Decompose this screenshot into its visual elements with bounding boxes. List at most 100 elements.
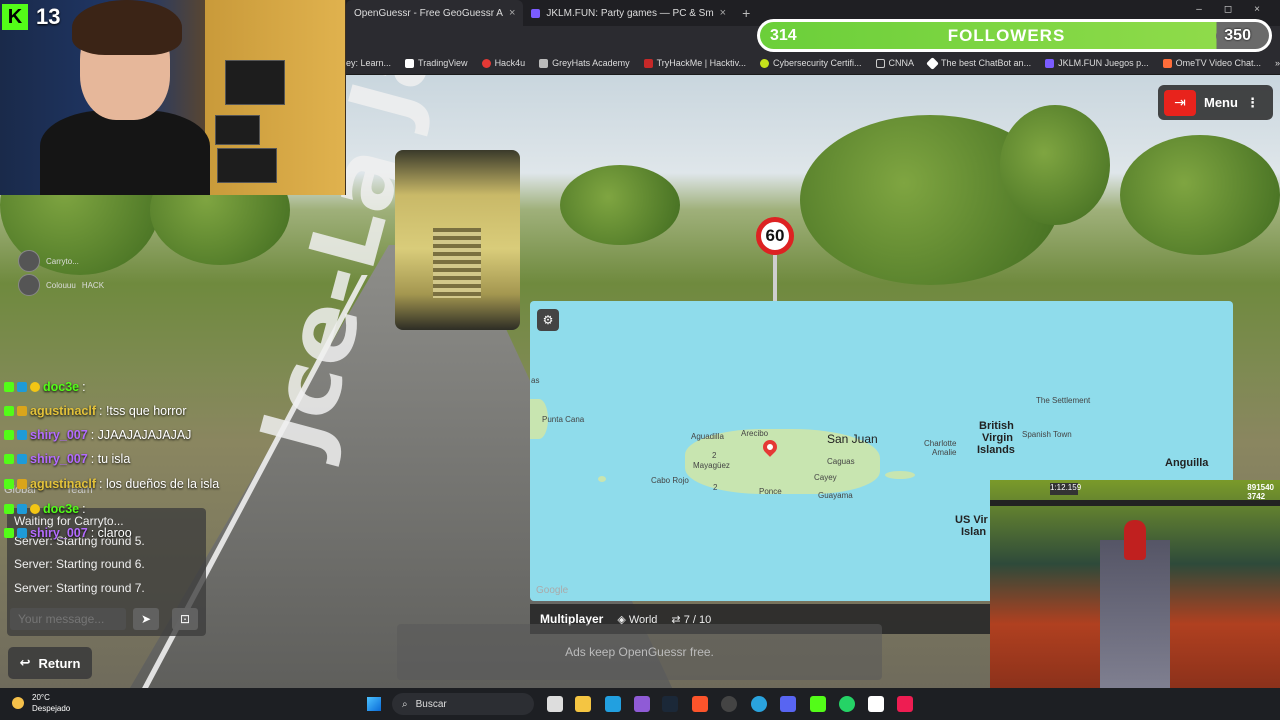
send-button[interactable]: ➤ bbox=[133, 608, 159, 630]
bookmark-label: TryHackMe | Hacktiv... bbox=[656, 58, 746, 68]
stream-chat-line: doc3e : bbox=[4, 502, 86, 516]
search-label: Buscar bbox=[415, 698, 447, 710]
close-tab-icon[interactable]: × bbox=[509, 7, 515, 19]
bookmark-label: GreyHats Academy bbox=[552, 58, 630, 68]
streamer-body bbox=[40, 110, 210, 195]
bookmark-label: OmeTV Video Chat... bbox=[1175, 58, 1261, 68]
file-explorer-icon[interactable] bbox=[575, 696, 591, 712]
exit-game-button[interactable]: ⇥ bbox=[1164, 89, 1196, 116]
chat-text: : bbox=[82, 380, 86, 394]
bookmark-item[interactable]: Hack4u bbox=[481, 58, 525, 68]
taskbar-search[interactable]: ⌕ Buscar bbox=[392, 693, 534, 715]
search-icon: ⌕ bbox=[402, 698, 408, 710]
moon-icon bbox=[12, 697, 24, 709]
bookmark-item[interactable]: ey: Learn... bbox=[346, 58, 391, 68]
coins-value: 3742 bbox=[1247, 492, 1266, 501]
chat-message-input[interactable] bbox=[10, 608, 126, 630]
followers-progress: 314 FOLLOWERS 350 bbox=[760, 22, 1269, 49]
map-label: Anguilla bbox=[1165, 457, 1209, 469]
viewer-badge: K 13 bbox=[2, 4, 60, 30]
bookmark-item[interactable]: JKLM.FUN Juegos p... bbox=[1045, 58, 1149, 68]
kick-badge-icon bbox=[4, 504, 14, 514]
tree bbox=[1000, 105, 1110, 225]
brave-icon[interactable] bbox=[692, 696, 708, 712]
tiktok-icon[interactable] bbox=[897, 696, 913, 712]
tab-label: JKLM.FUN: Party games — PC & Sm bbox=[546, 7, 714, 19]
bookmark-item[interactable]: OmeTV Video Chat... bbox=[1162, 58, 1261, 68]
kick-icon[interactable] bbox=[810, 696, 826, 712]
viewer-count: 13 bbox=[36, 4, 61, 29]
runner-character bbox=[1124, 520, 1146, 560]
player-entry: Colouuu HACK bbox=[18, 274, 104, 296]
jklm-icon bbox=[1045, 58, 1055, 68]
close-window-button[interactable]: × bbox=[1254, 4, 1260, 15]
telegram-icon[interactable] bbox=[751, 696, 767, 712]
bookmark-item[interactable]: GreyHats Academy bbox=[539, 58, 630, 68]
stream-chat-line: shiry_007: claroo bbox=[4, 526, 132, 540]
obsidian-icon[interactable] bbox=[634, 696, 650, 712]
bookmark-item[interactable]: TryHackMe | Hacktiv... bbox=[643, 58, 746, 68]
task-view-icon[interactable] bbox=[547, 696, 563, 712]
vieques-landmass bbox=[885, 471, 915, 479]
chat-username: shiry_007 bbox=[30, 452, 88, 466]
bookmark-label: JKLM.FUN Juegos p... bbox=[1058, 58, 1149, 68]
restore-button[interactable]: ◻ bbox=[1224, 4, 1232, 15]
map-settings-button[interactable]: ⚙ bbox=[537, 309, 559, 331]
mona-landmass bbox=[598, 476, 606, 482]
stream-chat-line: shiry_007: tu isla bbox=[4, 452, 130, 466]
followers-goal: 350 bbox=[1216, 24, 1259, 47]
obs-icon[interactable] bbox=[721, 696, 737, 712]
game-menu: ⇥ Menu ⋮ bbox=[1158, 85, 1273, 120]
bookmark-item[interactable]: Cybersecurity Certifi... bbox=[759, 58, 862, 68]
chat-text: : JJAAJAJAJAJAJ bbox=[90, 428, 192, 442]
tryhackme-icon bbox=[643, 58, 653, 68]
bookmark-label: ey: Learn... bbox=[346, 58, 392, 68]
truck bbox=[395, 150, 520, 330]
shelf bbox=[205, 0, 345, 195]
vscode-icon[interactable] bbox=[605, 696, 621, 712]
kick-badge-icon bbox=[4, 406, 14, 416]
window-controls: – ◻ × bbox=[1196, 4, 1260, 15]
map-label: Caguas bbox=[827, 457, 855, 466]
sub-badge-icon bbox=[17, 430, 27, 440]
whatsapp-icon[interactable] bbox=[839, 696, 855, 712]
map-label: Cayey bbox=[814, 473, 837, 482]
return-button[interactable]: ↩ Return bbox=[8, 647, 92, 679]
expand-chat-button[interactable]: ⊡ bbox=[172, 608, 198, 630]
bookmark-item[interactable]: The best ChatBot an... bbox=[926, 56, 1032, 70]
og-badge-icon bbox=[30, 504, 40, 514]
map-label: San Juan bbox=[827, 432, 878, 446]
player-name: Colouuu bbox=[46, 280, 76, 290]
close-tab-icon[interactable]: × bbox=[720, 7, 726, 19]
kick-logo-icon: K bbox=[2, 4, 28, 30]
highway-shield: 2 bbox=[712, 451, 717, 460]
sub-badge-icon bbox=[17, 382, 27, 392]
stream-chat-line: agustinaclf: !tss que horror bbox=[4, 404, 187, 418]
og-badge-icon bbox=[30, 382, 40, 392]
greyhats-icon bbox=[539, 58, 549, 68]
bookmarks-overflow-button[interactable]: » bbox=[1275, 58, 1280, 68]
chat-text: : bbox=[82, 502, 86, 516]
discord-icon[interactable] bbox=[780, 696, 796, 712]
map-label: Mayagüez bbox=[693, 461, 730, 470]
map-label: Amalie bbox=[932, 448, 957, 457]
chat-text: : los dueños de la isla bbox=[99, 477, 220, 491]
sub-badge-icon bbox=[17, 504, 27, 514]
bookmark-label: The best ChatBot an... bbox=[941, 58, 1032, 68]
bookmark-label: TradingView bbox=[418, 58, 468, 68]
minimize-button[interactable]: – bbox=[1196, 4, 1202, 15]
new-tab-button[interactable]: + bbox=[734, 5, 758, 21]
bookmark-item[interactable]: CNNA bbox=[875, 58, 914, 68]
app-icon[interactable] bbox=[868, 696, 884, 712]
tab-jklm[interactable]: JKLM.FUN: Party games — PC & Sm × bbox=[523, 0, 734, 26]
map-label: The Settlement bbox=[1036, 396, 1091, 405]
stream-chat-line: shiry_007: JJAAJAJAJAJAJ bbox=[4, 428, 191, 442]
windows-start-icon[interactable] bbox=[367, 697, 381, 711]
chat-username: shiry_007 bbox=[30, 428, 88, 442]
bookmark-item[interactable]: TradingView bbox=[405, 58, 468, 68]
chatbot-icon bbox=[926, 56, 939, 70]
weather-widget[interactable]: 20°C Despejado bbox=[12, 692, 70, 714]
steam-icon[interactable] bbox=[662, 696, 678, 712]
tab-openguessr[interactable]: OpenGuessr - Free GeoGuessr A × bbox=[346, 0, 524, 26]
menu-button[interactable]: Menu ⋮ bbox=[1204, 95, 1259, 111]
